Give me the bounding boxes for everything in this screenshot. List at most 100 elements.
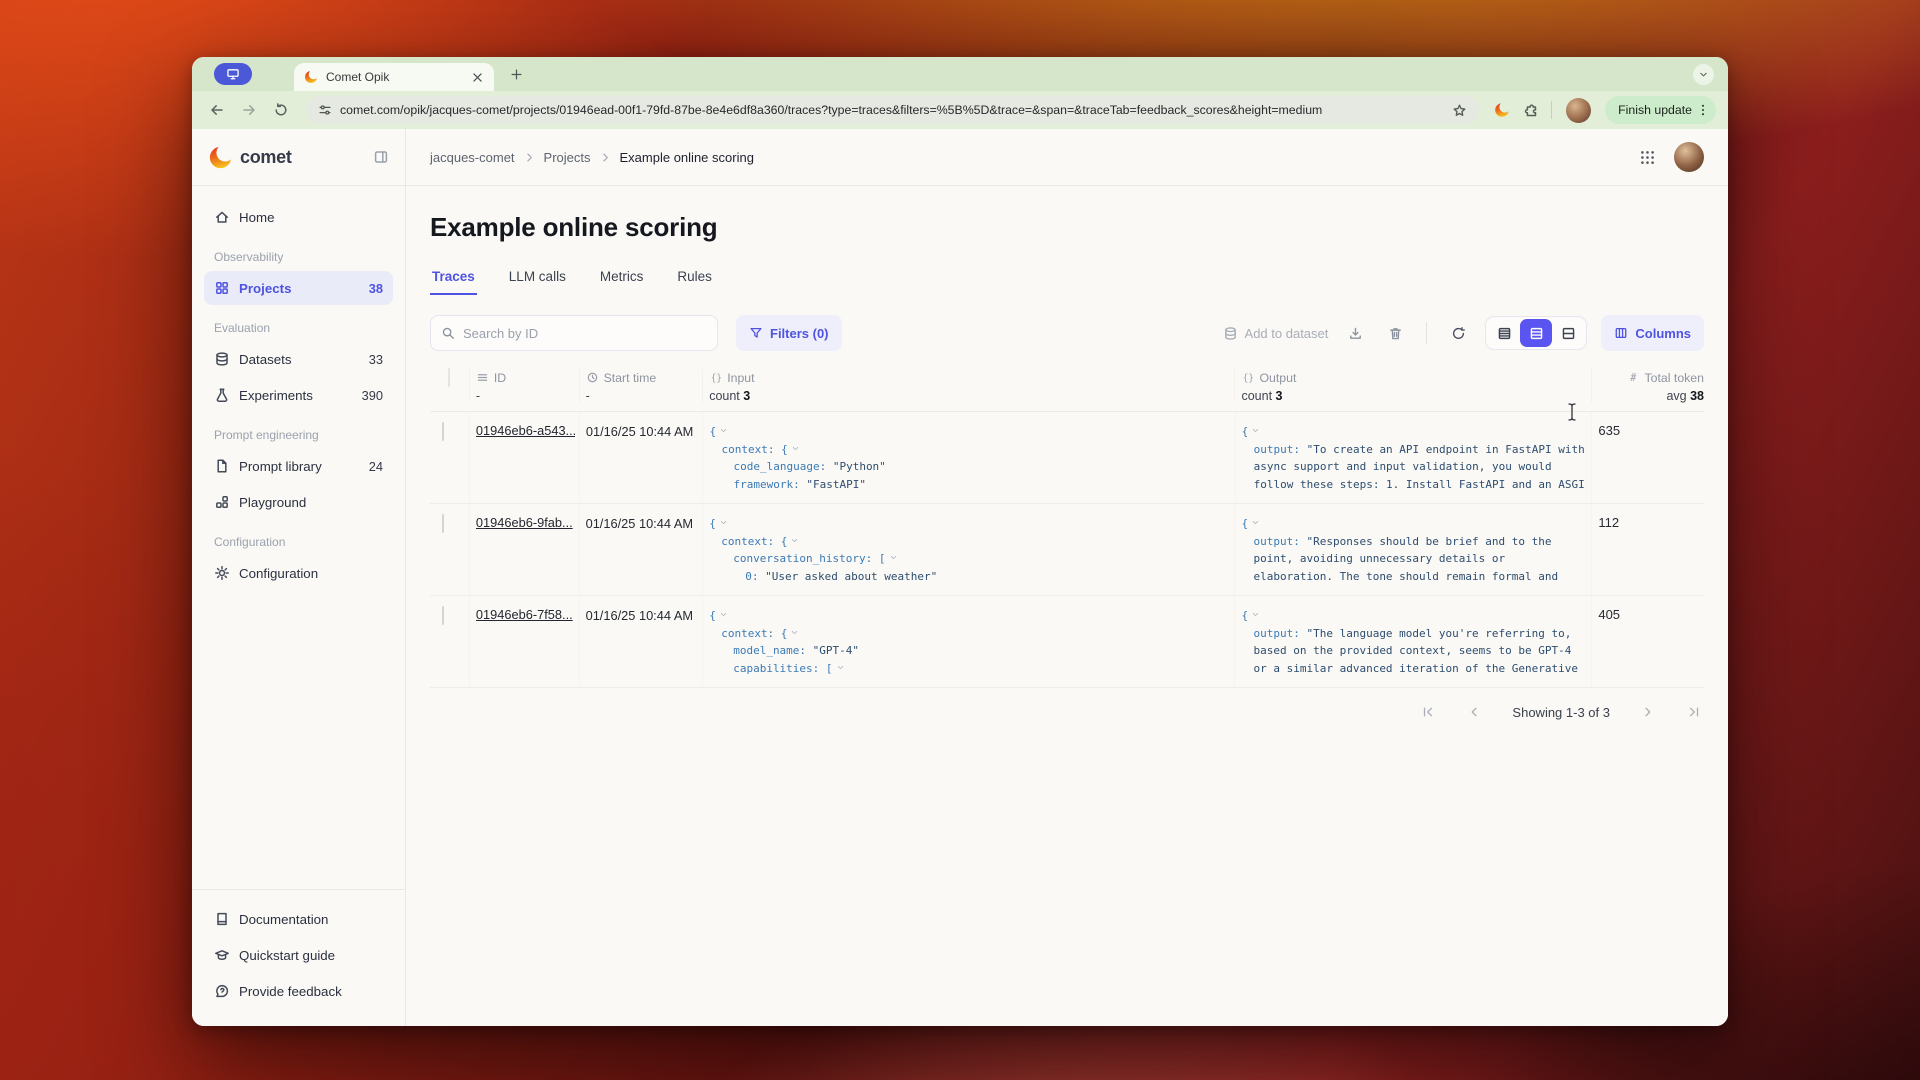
chevron-down-icon[interactable] xyxy=(791,444,800,453)
chevron-down-icon[interactable] xyxy=(719,518,728,527)
forward-button[interactable] xyxy=(236,97,262,123)
json-key: code_language: xyxy=(733,460,826,473)
sidebar-item-label: Prompt library xyxy=(239,459,322,474)
trace-id-link[interactable]: 01946eb6-9fab... xyxy=(476,515,575,530)
sidebar-item-quickstart-guide[interactable]: Quickstart guide xyxy=(204,938,393,972)
chevron-down-icon[interactable] xyxy=(790,628,799,637)
columns-button[interactable]: Columns xyxy=(1601,315,1704,351)
browser-tab[interactable]: Comet Opik xyxy=(294,63,494,91)
pagination-last-button[interactable] xyxy=(1686,704,1702,720)
sidebar-item-projects[interactable]: Projects38 xyxy=(204,271,393,305)
delete-button[interactable] xyxy=(1382,320,1408,346)
sidebar-item-documentation[interactable]: Documentation xyxy=(204,902,393,936)
refresh-button[interactable] xyxy=(1445,320,1471,346)
add-to-dataset-button[interactable]: Add to dataset xyxy=(1223,326,1329,341)
trace-id-link[interactable]: 01946eb6-7f58... xyxy=(476,607,575,622)
kebab-menu-icon[interactable] xyxy=(1696,103,1710,117)
pagination-next-button[interactable] xyxy=(1640,704,1656,720)
tab-title: Comet Opik xyxy=(326,70,463,84)
breadcrumb-jacques-comet[interactable]: jacques-comet xyxy=(430,150,515,165)
tab-traces[interactable]: Traces xyxy=(430,265,477,295)
user-avatar[interactable] xyxy=(1674,142,1704,172)
new-tab-button[interactable] xyxy=(504,62,528,86)
json-line: { xyxy=(709,515,1230,533)
table-row[interactable]: 01946eb6-9fab...01/16/25 10:44 AM{contex… xyxy=(430,504,1704,596)
table-header-id[interactable]: ID- xyxy=(470,369,580,403)
chevron-down-icon[interactable] xyxy=(836,663,845,672)
chevron-down-icon[interactable] xyxy=(889,553,898,562)
reload-button[interactable] xyxy=(268,97,294,123)
export-download-button[interactable] xyxy=(1342,320,1368,346)
sidebar-item-provide-feedback[interactable]: Provide feedback xyxy=(204,974,393,1008)
json-line: framework: "FastAPI" xyxy=(709,476,1230,494)
tab-rules[interactable]: Rules xyxy=(675,265,714,295)
comet-extension-icon[interactable] xyxy=(1491,99,1513,121)
sidebar-item-label: Documentation xyxy=(239,912,328,927)
json-value: follow these steps: 1. Install FastAPI a… xyxy=(1254,478,1585,491)
table-header-total-token[interactable]: #Total tokenavg 38 xyxy=(1592,369,1704,403)
site-settings-icon[interactable] xyxy=(318,103,332,117)
table-header: ID-Start time-{}Inputcount 3{}Outputcoun… xyxy=(430,369,1704,412)
workspace-pill[interactable] xyxy=(214,63,252,85)
back-icon xyxy=(209,102,225,118)
sidebar-item-home[interactable]: Home xyxy=(204,200,393,234)
row-height-small-button[interactable] xyxy=(1488,319,1520,347)
start-time-value: 01/16/25 10:44 AM xyxy=(586,424,693,439)
row-checkbox[interactable] xyxy=(442,606,444,625)
table-row[interactable]: 01946eb6-a543...01/16/25 10:44 AM{contex… xyxy=(430,412,1704,504)
table-header-output[interactable]: {}Outputcount 3 xyxy=(1235,369,1592,403)
browser-profile-avatar[interactable] xyxy=(1566,98,1591,123)
bookmark-star-icon[interactable] xyxy=(1452,103,1467,118)
row-height-large-button[interactable] xyxy=(1552,319,1584,347)
sidebar-item-prompt-library[interactable]: Prompt library24 xyxy=(204,449,393,483)
sidebar-item-datasets[interactable]: Datasets33 xyxy=(204,342,393,376)
chevron-down-icon[interactable] xyxy=(719,426,728,435)
pagination-first-button[interactable] xyxy=(1420,704,1436,720)
sidebar-collapse-icon[interactable] xyxy=(373,149,389,165)
select-all-checkbox[interactable] xyxy=(448,368,450,387)
row-checkbox[interactable] xyxy=(442,422,444,441)
apps-grid-icon[interactable] xyxy=(1639,149,1656,166)
column-summary: avg 38 xyxy=(1598,389,1704,403)
json-value: "Python" xyxy=(826,460,886,473)
pagination-prev-button[interactable] xyxy=(1466,704,1482,720)
row-select-cell xyxy=(430,504,470,595)
trace-id-cell: 01946eb6-7f58... xyxy=(470,596,580,687)
table-header-input[interactable]: {}Inputcount 3 xyxy=(703,369,1235,403)
input-cell: {context: {code_language: "Python"framew… xyxy=(703,412,1235,503)
table-row[interactable]: 01946eb6-7f58...01/16/25 10:44 AM{contex… xyxy=(430,596,1704,688)
back-button[interactable] xyxy=(204,97,230,123)
search-box[interactable] xyxy=(430,315,718,351)
breadcrumb-projects[interactable]: Projects xyxy=(544,150,591,165)
close-icon[interactable] xyxy=(471,71,484,84)
json-key: context: { xyxy=(721,443,787,456)
gear-icon xyxy=(214,565,230,581)
chevron-down-icon[interactable] xyxy=(1251,518,1260,527)
json-value: "FastAPI" xyxy=(800,478,866,491)
json-value: elaboration. The tone should remain form… xyxy=(1253,570,1558,583)
row-checkbox[interactable] xyxy=(442,514,444,533)
forward-icon xyxy=(241,102,257,118)
chevron-down-icon[interactable] xyxy=(1251,426,1260,435)
extensions-puzzle-icon[interactable] xyxy=(1519,99,1541,121)
json-value: "GPT-4" xyxy=(806,644,859,657)
tab-overflow-button[interactable] xyxy=(1693,64,1714,85)
sidebar-item-configuration[interactable]: Configuration xyxy=(204,556,393,590)
tab-llm-calls[interactable]: LLM calls xyxy=(507,265,568,295)
chevron-down-icon[interactable] xyxy=(719,610,728,619)
search-input[interactable] xyxy=(463,326,707,341)
sidebar-item-experiments[interactable]: Experiments390 xyxy=(204,378,393,412)
cap-icon xyxy=(214,947,230,963)
trace-id-link[interactable]: 01946eb6-a543... xyxy=(476,423,575,438)
table-header-start-time[interactable]: Start time- xyxy=(580,369,704,403)
json-value: async support and input validation, you … xyxy=(1254,460,1552,473)
finish-update-button[interactable]: Finish update xyxy=(1605,96,1716,124)
row-height-medium-button[interactable] xyxy=(1520,319,1552,347)
sidebar-item-playground[interactable]: Playground xyxy=(204,485,393,519)
table-header-select xyxy=(430,369,470,403)
chevron-down-icon[interactable] xyxy=(790,536,799,545)
url-bar[interactable]: comet.com/opik/jacques-comet/projects/01… xyxy=(306,96,1479,124)
tab-metrics[interactable]: Metrics xyxy=(598,265,646,295)
chevron-down-icon[interactable] xyxy=(1251,610,1260,619)
filters-button[interactable]: Filters (0) xyxy=(736,315,842,351)
